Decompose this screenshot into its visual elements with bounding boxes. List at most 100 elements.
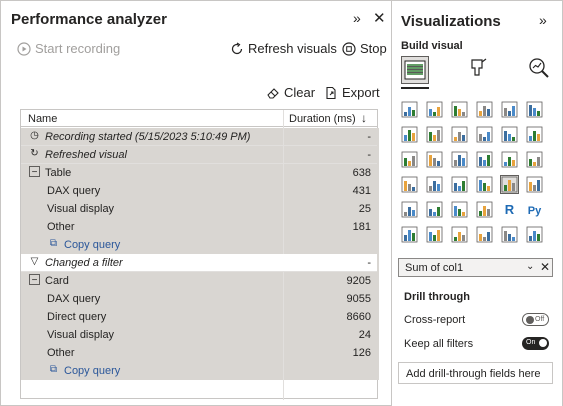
clustered-column-icon[interactable]: [476, 101, 493, 118]
ribbon-chart-icon[interactable]: [526, 126, 543, 143]
row-name: Copy query: [64, 239, 121, 251]
visual-row[interactable]: − Card 9205: [21, 272, 377, 290]
slicer-icon[interactable]: [426, 201, 443, 218]
row-duration: 126: [352, 347, 371, 359]
event-row[interactable]: ↻ Refreshed visual -: [21, 146, 377, 164]
format-visual-tab[interactable]: [464, 56, 492, 84]
paintbrush-icon: [471, 58, 487, 76]
row-name: Other: [47, 221, 75, 233]
donut-icon[interactable]: [501, 151, 518, 168]
table-row: DAX query 431: [21, 182, 377, 200]
collapse-pane-icon[interactable]: »: [353, 10, 361, 26]
pane-title: Visualizations: [401, 13, 501, 30]
start-recording-button[interactable]: Start recording: [17, 41, 120, 56]
filter-icon: ▽: [30, 256, 39, 267]
matrix-icon[interactable]: [476, 201, 493, 218]
goals-icon[interactable]: [501, 226, 518, 243]
field-well-item[interactable]: Sum of col1 ⌄ ✕: [398, 258, 553, 277]
row-name: Recording started (5/15/2023 5:10:49 PM): [45, 131, 251, 143]
100-stacked-column-icon[interactable]: [526, 101, 543, 118]
close-icon[interactable]: ✕: [373, 9, 386, 27]
refresh-visuals-button[interactable]: Refresh visuals: [230, 41, 337, 56]
stacked-area-icon[interactable]: [451, 126, 468, 143]
donut-icon-glyph: [501, 151, 518, 168]
kpi-icon[interactable]: [401, 201, 418, 218]
sort-descending-icon[interactable]: ↓: [361, 111, 367, 125]
chevron-down-icon[interactable]: ⌄: [526, 261, 534, 272]
map-icon[interactable]: [401, 176, 418, 193]
decomposition-tree-icon-glyph: [426, 226, 443, 243]
table-row: Direct query 8660: [21, 308, 377, 326]
cross-report-toggle[interactable]: Off: [522, 313, 549, 326]
qa-icon[interactable]: [451, 226, 468, 243]
collapse-icon[interactable]: −: [29, 166, 40, 178]
paginated-report-icon[interactable]: [526, 226, 543, 243]
keep-all-filters-toggle[interactable]: On: [522, 337, 549, 350]
event-row[interactable]: ◷ Recording started (5/15/2023 5:10:49 P…: [21, 128, 377, 146]
stop-button[interactable]: Stop: [342, 41, 387, 56]
gauge-icon[interactable]: [476, 176, 493, 193]
stacked-column-icon[interactable]: [426, 101, 443, 118]
clear-button[interactable]: Clear: [266, 85, 315, 100]
card-icon-glyph: [501, 176, 518, 193]
visual-row[interactable]: − Table 638: [21, 164, 377, 182]
funnel-icon[interactable]: [426, 151, 443, 168]
filled-map-icon-glyph: [426, 176, 443, 193]
pie-icon[interactable]: [476, 151, 493, 168]
100-stacked-bar-icon-glyph: [501, 101, 518, 118]
multi-row-card-icon[interactable]: [526, 176, 543, 193]
card-icon[interactable]: [500, 175, 519, 194]
table-row: DAX query 9055: [21, 290, 377, 308]
column-header-duration[interactable]: Duration (ms): [289, 113, 356, 125]
record-icon: [17, 41, 31, 56]
collapse-pane-icon[interactable]: »: [539, 12, 547, 28]
clock-icon: ◷: [30, 130, 39, 141]
row-name: Copy query: [64, 365, 121, 377]
table-icon[interactable]: [451, 201, 468, 218]
area-chart-icon[interactable]: [426, 126, 443, 143]
line-column-icon-glyph: [476, 126, 493, 143]
scatter-icon[interactable]: [451, 151, 468, 168]
copy-query-link[interactable]: ⧉ Copy query: [21, 362, 377, 380]
drill-through-heading: Drill through: [404, 291, 470, 303]
remove-field-icon[interactable]: ✕: [540, 260, 550, 274]
python-visual-icon[interactable]: Py: [526, 201, 543, 218]
filled-map-icon[interactable]: [426, 176, 443, 193]
analytics-tab[interactable]: [525, 56, 553, 84]
clustered-bar-icon[interactable]: [451, 101, 468, 118]
table-row: Visual display 25: [21, 200, 377, 218]
copy-query-link[interactable]: ⧉ Copy query: [21, 236, 377, 254]
clear-label: Clear: [284, 85, 316, 100]
copy-icon: ⧉: [49, 364, 58, 375]
100-stacked-bar-icon[interactable]: [501, 101, 518, 118]
table-icon-glyph: [451, 201, 468, 218]
row-duration: 431: [352, 185, 371, 197]
grid-header: Name Duration (ms) ↓: [21, 110, 377, 127]
drill-through-drop-zone[interactable]: Add drill-through fields here: [398, 362, 553, 384]
key-influencers-icon[interactable]: [401, 226, 418, 243]
r-visual-icon[interactable]: R: [501, 201, 518, 218]
event-row[interactable]: ▽ Changed a filter -: [21, 254, 377, 272]
refresh-visuals-label: Refresh visuals: [248, 41, 337, 56]
qa-icon-glyph: [451, 226, 468, 243]
smart-narrative-icon[interactable]: [476, 226, 493, 243]
stacked-bar-icon[interactable]: [401, 101, 418, 118]
build-visual-tab[interactable]: [401, 56, 429, 84]
line-clustered-column-icon[interactable]: [501, 126, 518, 143]
line-column-icon[interactable]: [476, 126, 493, 143]
treemap-icon[interactable]: [526, 151, 543, 168]
column-header-name[interactable]: Name: [28, 113, 57, 125]
azure-map-icon[interactable]: [451, 176, 468, 193]
line-chart-icon[interactable]: [401, 126, 418, 143]
magnifier-chart-icon: [529, 58, 549, 78]
collapse-icon[interactable]: −: [29, 274, 40, 286]
waterfall-icon[interactable]: [401, 151, 418, 168]
ribbon-chart-icon-glyph: [526, 126, 543, 143]
row-duration: 24: [358, 329, 371, 341]
pie-icon-glyph: [476, 151, 493, 168]
stop-label: Stop: [360, 41, 387, 56]
row-name: Card: [45, 275, 69, 287]
export-button[interactable]: Export: [324, 85, 380, 100]
row-duration: 8660: [346, 311, 371, 323]
decomposition-tree-icon[interactable]: [426, 226, 443, 243]
